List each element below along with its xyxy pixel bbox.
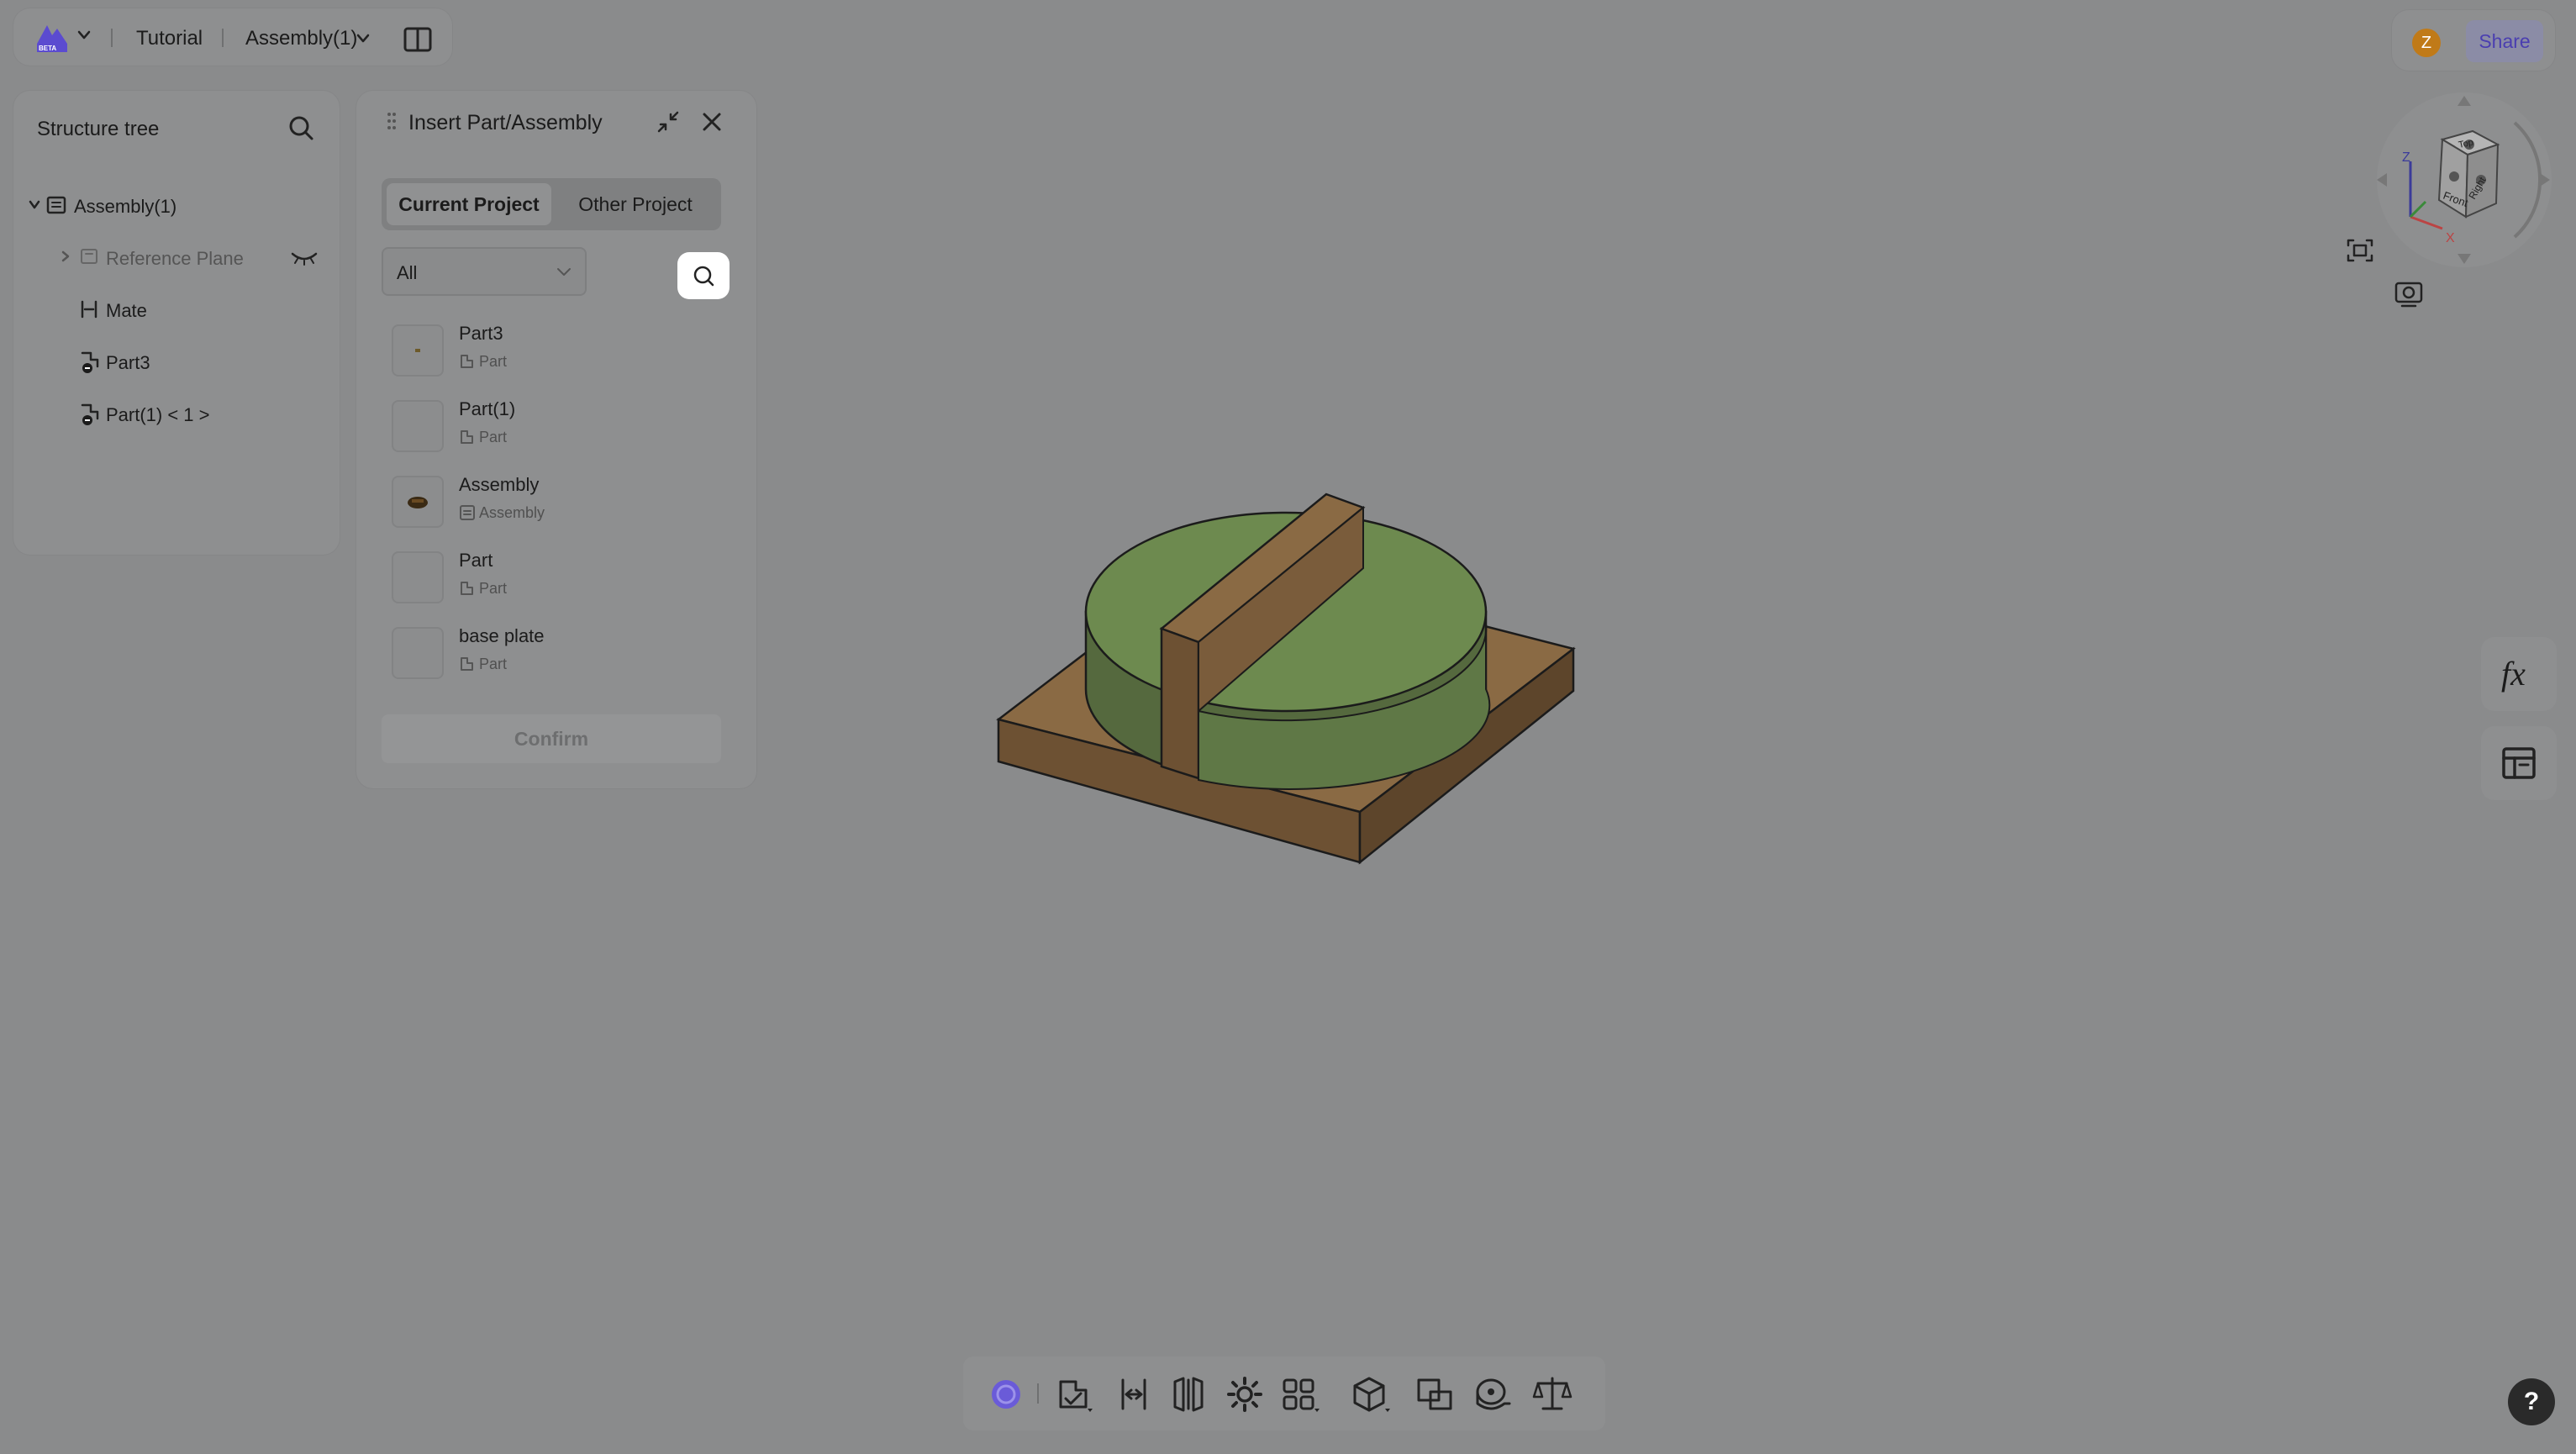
- breadcrumb-tutorial[interactable]: Tutorial: [136, 27, 203, 50]
- axis-x-label: X: [2446, 231, 2455, 245]
- tab-other-project[interactable]: Other Project: [555, 183, 716, 225]
- mate-icon: [79, 299, 99, 319]
- avatar[interactable]: Z: [2412, 29, 2441, 57]
- help-button[interactable]: ?: [2508, 1378, 2555, 1425]
- part-thumbnail: [392, 627, 444, 679]
- tree-item-assembly[interactable]: Assembly(1): [74, 190, 176, 224]
- assembly-icon: [45, 195, 67, 215]
- explode-view-icon[interactable]: [1348, 1373, 1390, 1415]
- bottom-toolbar: [963, 1357, 1605, 1430]
- fit-view-icon[interactable]: [2345, 237, 2375, 264]
- table-button[interactable]: [2481, 726, 2557, 800]
- filter-value: All: [397, 262, 418, 283]
- replace-part-icon[interactable]: [1414, 1373, 1456, 1415]
- mass-properties-icon[interactable]: [1531, 1373, 1573, 1415]
- mate-icon[interactable]: [1113, 1373, 1155, 1415]
- sidebar-toggle-icon[interactable]: [403, 27, 432, 52]
- list-item[interactable]: base plate Part: [382, 619, 721, 689]
- structure-tree-title: Structure tree: [37, 118, 160, 140]
- collapse-icon[interactable]: [656, 109, 681, 134]
- item-name: base plate: [459, 625, 545, 646]
- app-logo-icon[interactable]: BETA: [34, 22, 71, 54]
- divider: [222, 29, 224, 47]
- divider: [111, 29, 113, 47]
- top-bar: BETA Tutorial Assembly(1): [13, 8, 452, 66]
- gear-icon[interactable]: [1224, 1373, 1266, 1415]
- chevron-right-icon[interactable]: [61, 250, 71, 262]
- fx-icon: fx: [2501, 655, 2526, 693]
- part-icon: [459, 353, 476, 370]
- measure-icon[interactable]: [1472, 1373, 1515, 1415]
- assembly-icon: [459, 504, 476, 521]
- part-icon: [459, 656, 476, 672]
- divider: [1037, 1383, 1039, 1404]
- tab-current-project[interactable]: Current Project: [387, 183, 551, 225]
- chevron-down-icon[interactable]: [77, 30, 91, 40]
- dialog-title: Insert Part/Assembly: [408, 111, 603, 134]
- chevron-down-icon[interactable]: [356, 34, 370, 44]
- item-type: Part: [479, 353, 508, 370]
- eye-hidden-icon[interactable]: [291, 250, 318, 266]
- tree-item-part3[interactable]: Part3: [106, 346, 150, 380]
- part-icon: [79, 402, 103, 427]
- close-icon[interactable]: [701, 111, 723, 133]
- beta-badge: BETA: [39, 45, 57, 52]
- item-name: Part: [459, 550, 493, 571]
- item-name: Part3: [459, 323, 503, 344]
- part-thumbnail: [392, 400, 444, 452]
- item-type: Assembly: [479, 504, 545, 521]
- search-button[interactable]: [677, 252, 730, 299]
- formula-button[interactable]: fx: [2481, 637, 2557, 711]
- item-type: Part: [479, 429, 508, 445]
- search-icon[interactable]: [287, 114, 314, 141]
- table-icon: [2501, 746, 2536, 780]
- project-tabs: Current Project Other Project: [382, 178, 721, 230]
- chevron-down-icon[interactable]: [29, 200, 40, 210]
- search-icon: [692, 264, 715, 287]
- pattern-icon[interactable]: [1279, 1373, 1321, 1415]
- camera-view-icon[interactable]: [2394, 281, 2424, 309]
- mate-mode-icon[interactable]: [985, 1373, 1027, 1415]
- insert-dialog: Insert Part/Assembly Current Project Oth…: [356, 91, 756, 788]
- part-icon: [459, 429, 476, 445]
- part-thumbnail: [392, 551, 444, 603]
- part-icon: [459, 580, 476, 597]
- list-item[interactable]: Assembly Assembly: [382, 467, 721, 538]
- reference-plane-icon: [79, 247, 99, 266]
- structure-tree-panel: Structure tree Assembly(1) Reference Pla…: [13, 91, 340, 555]
- chevron-down-icon: [556, 267, 572, 277]
- item-type: Part: [479, 580, 508, 597]
- item-name: Assembly: [459, 474, 540, 495]
- type-filter-select[interactable]: All: [382, 247, 587, 296]
- insert-part-icon[interactable]: [1054, 1373, 1096, 1415]
- mirror-icon[interactable]: [1168, 1373, 1210, 1415]
- item-name: Part(1): [459, 398, 516, 419]
- drag-handle-icon[interactable]: [387, 111, 397, 136]
- 3d-viewport[interactable]: [967, 471, 1588, 874]
- tree-item-reference-plane[interactable]: Reference Plane: [106, 242, 244, 276]
- part-icon: [79, 350, 103, 375]
- list-item[interactable]: Part Part: [382, 543, 721, 614]
- part-thumbnail: [392, 324, 444, 377]
- share-button[interactable]: Share: [2466, 20, 2543, 62]
- view-cube[interactable]: Top Front Right Z X: [2372, 89, 2555, 272]
- assembly-thumbnail: [392, 476, 444, 528]
- axis-z-label: Z: [2402, 150, 2410, 165]
- list-item[interactable]: Part(1) Part: [382, 392, 721, 462]
- breadcrumb-assembly[interactable]: Assembly(1): [245, 27, 357, 50]
- list-item[interactable]: Part3 Part: [382, 316, 721, 387]
- item-type: Part: [479, 656, 508, 672]
- tree-item-part1[interactable]: Part(1) < 1 >: [106, 398, 210, 432]
- confirm-button[interactable]: Confirm: [382, 714, 721, 763]
- tree-item-mate[interactable]: Mate: [106, 294, 147, 328]
